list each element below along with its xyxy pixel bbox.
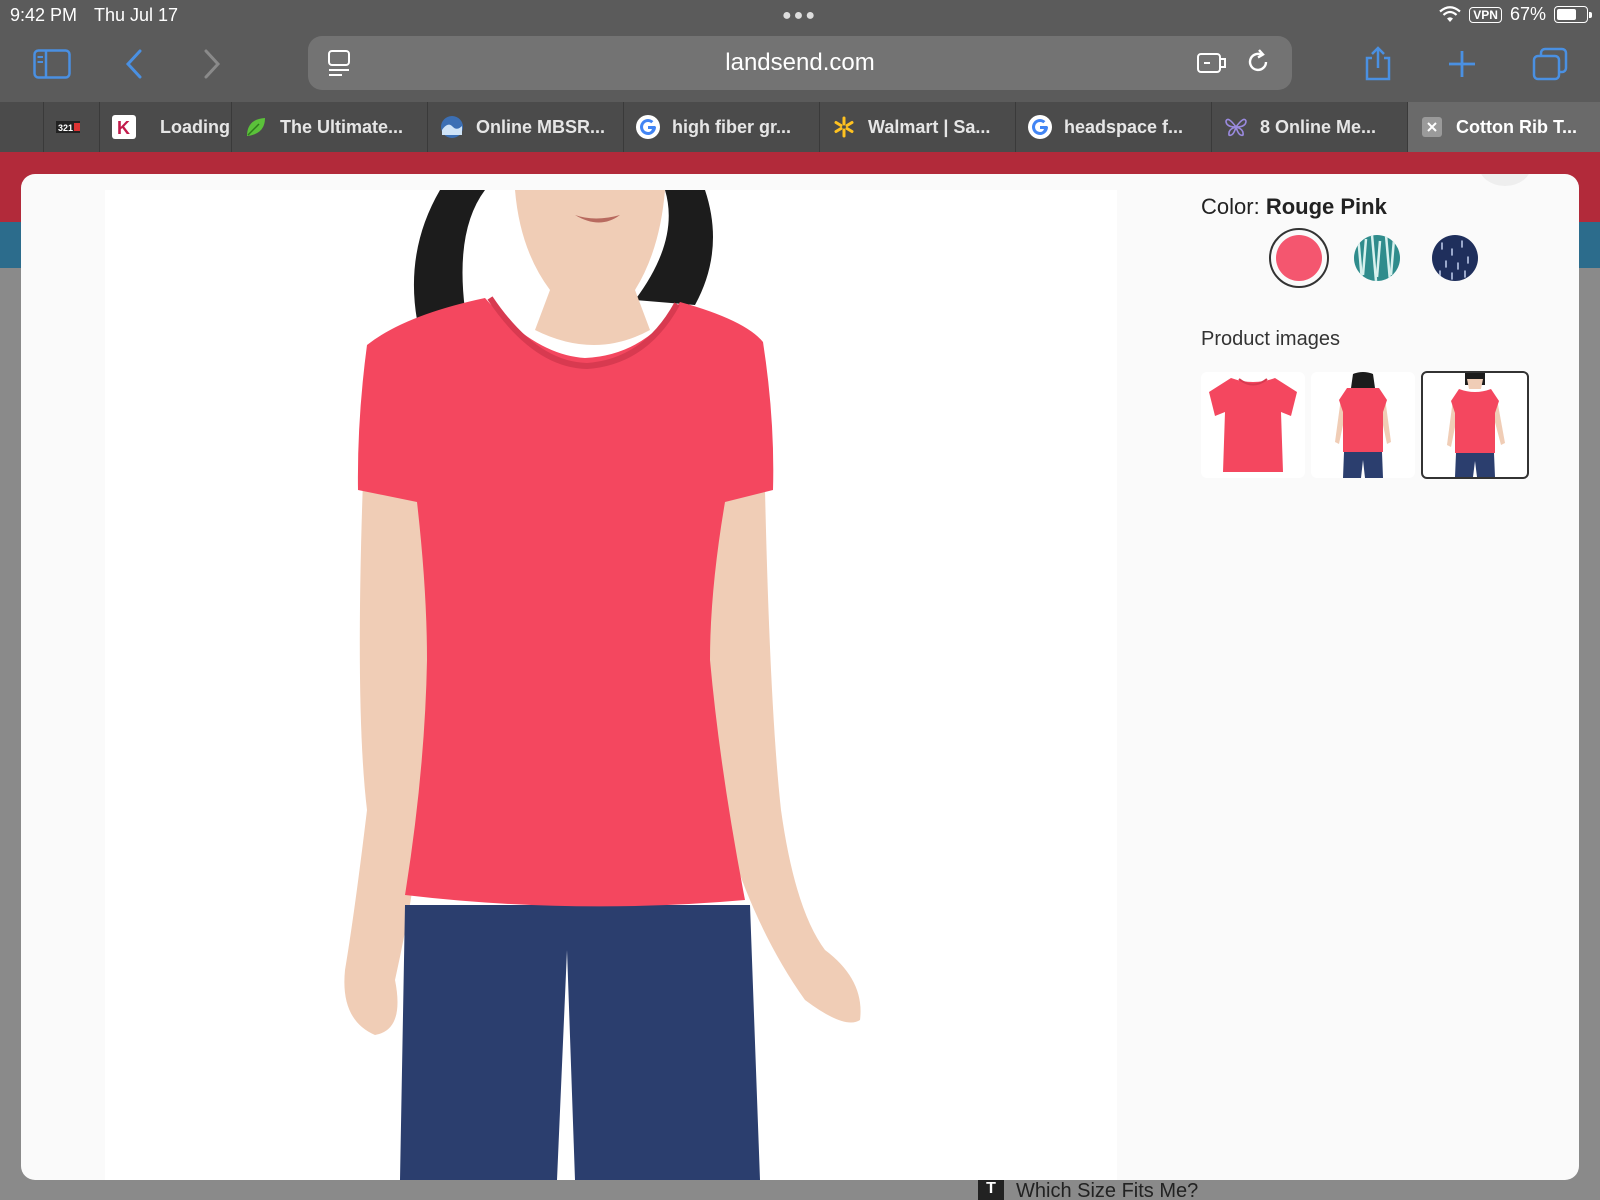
multitask-dots-icon[interactable]: ●●●	[782, 7, 817, 25]
leaf-icon	[244, 115, 268, 139]
battery-icon	[1554, 6, 1592, 23]
tab-pinned-blank[interactable]	[0, 102, 44, 152]
new-tab-icon[interactable]	[1440, 44, 1484, 84]
color-selection-label: Color: Rouge Pink	[1201, 194, 1387, 219]
product-options-panel: Color: Rouge Pink Product images	[1201, 174, 1561, 674]
wifi-icon	[1439, 5, 1461, 22]
status-date: Thu Jul 17	[94, 5, 179, 25]
thumbnail-model-back[interactable]	[1311, 372, 1415, 478]
tab-8-active[interactable]: Cotton Rib T...	[1408, 102, 1600, 152]
tab-title: headspace f...	[1064, 116, 1184, 137]
tab-7[interactable]: 8 Online Me...	[1212, 102, 1408, 152]
status-indicators: VPN 67%	[1439, 4, 1592, 25]
butterfly-icon	[1224, 115, 1248, 139]
status-bar: 9:42 PM Thu Jul 17 ●●● VPN 67%	[0, 0, 1600, 32]
tab-title: Walmart | Sa...	[868, 116, 991, 137]
tab-6[interactable]: headspace f...	[1016, 102, 1212, 152]
tab-bar: 321 K Loading The Ultimate... Online MBS…	[0, 102, 1600, 152]
back-icon[interactable]	[112, 44, 156, 84]
swatch-rouge-pink[interactable]	[1269, 228, 1329, 288]
close-icon[interactable]	[1420, 115, 1444, 139]
product-images-heading: Product images	[1201, 328, 1340, 350]
extension-icon[interactable]	[1196, 50, 1228, 76]
thumbnail-shirt-flat[interactable]	[1201, 372, 1305, 478]
product-main-image[interactable]	[105, 190, 1117, 1180]
browser-toolbar: landsend.com	[0, 32, 1600, 102]
site-logo-icon: 321	[56, 115, 80, 139]
url-text: landsend.com	[725, 49, 875, 76]
vpn-badge: VPN	[1469, 6, 1502, 23]
tab-title: Loading	[160, 116, 230, 137]
size-guide-link[interactable]: Which Size Fits Me?	[1016, 1180, 1198, 1200]
wave-icon	[440, 115, 464, 139]
tab-title: Cotton Rib T...	[1456, 116, 1577, 137]
tab-overview-icon[interactable]	[1528, 44, 1572, 84]
reload-icon[interactable]	[1244, 48, 1272, 76]
selected-color-name: Rouge Pink	[1265, 194, 1387, 219]
svg-text:321: 321	[58, 123, 73, 133]
product-image-modal: Color: Rouge Pink Product images	[21, 174, 1579, 1180]
model-photo	[344, 190, 861, 1180]
swatch-navy-pattern[interactable]	[1425, 228, 1485, 288]
google-icon	[636, 115, 660, 139]
sidebar-toggle-icon[interactable]	[30, 44, 74, 84]
k-logo-icon: K	[112, 115, 136, 139]
color-swatches	[1269, 228, 1485, 288]
forward-icon[interactable]	[190, 44, 234, 84]
tab-3[interactable]: Online MBSR...	[428, 102, 624, 152]
tab-5[interactable]: Walmart | Sa...	[820, 102, 1016, 152]
tab-2[interactable]: The Ultimate...	[232, 102, 428, 152]
ruler-icon: T	[978, 1180, 1004, 1200]
share-icon[interactable]	[1356, 44, 1400, 84]
product-thumbnails	[1201, 371, 1529, 480]
google-icon	[1028, 115, 1052, 139]
battery-percent: 67%	[1509, 4, 1546, 24]
tab-title: high fiber gr...	[672, 116, 792, 137]
status-time: 9:42 PM	[10, 5, 78, 25]
thumbnail-model-front[interactable]	[1421, 371, 1529, 479]
svg-text:K: K	[117, 118, 130, 138]
tab-title: The Ultimate...	[280, 116, 404, 137]
tab-1[interactable]: K Loading	[100, 102, 232, 152]
tab-title: 8 Online Me...	[1260, 116, 1377, 137]
walmart-spark-icon	[832, 115, 856, 139]
tab-0[interactable]: 321	[44, 102, 100, 152]
tab-4[interactable]: high fiber gr...	[624, 102, 820, 152]
address-bar[interactable]: landsend.com	[308, 36, 1292, 90]
tab-title: Online MBSR...	[476, 116, 606, 137]
swatch-teal-pattern[interactable]	[1347, 228, 1407, 288]
